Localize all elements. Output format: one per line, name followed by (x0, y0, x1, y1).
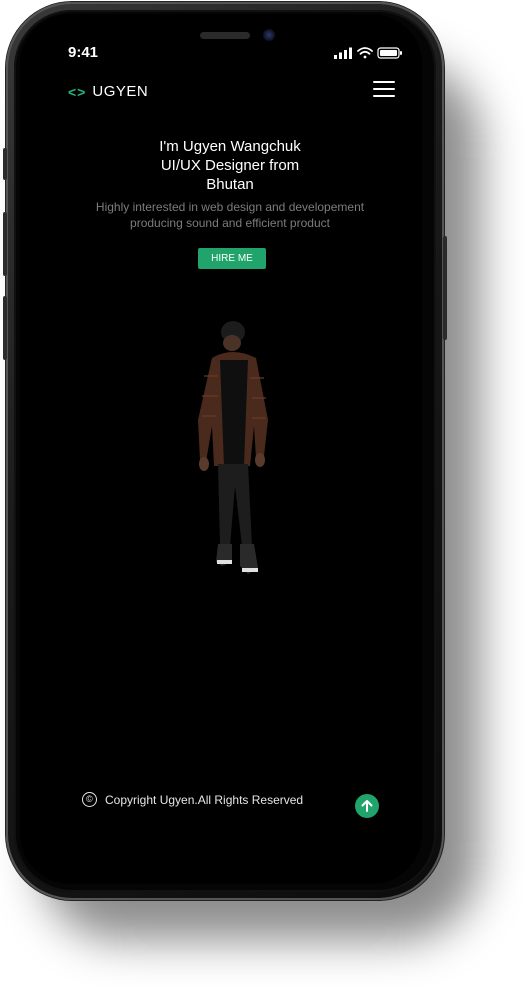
status-icons (334, 47, 402, 59)
site-logo[interactable]: <> UGYEN (68, 83, 148, 100)
battery-icon (377, 47, 402, 59)
hero-subtitle-line: Highly interested in web design and deve… (95, 200, 365, 214)
wifi-icon (357, 47, 373, 59)
arrow-up-icon (361, 800, 373, 812)
signal-icon (334, 47, 352, 59)
portrait-image (198, 321, 268, 574)
menu-icon[interactable] (373, 81, 395, 99)
code-icon: <> (68, 83, 87, 100)
speaker-grille (200, 32, 250, 39)
volume-up-button (3, 212, 7, 276)
hero-title-line: I'm Ugyen Wangchuk (159, 138, 301, 155)
status-time: 9:41 (68, 44, 99, 61)
copyright-icon: © (82, 792, 97, 807)
mute-switch (3, 148, 7, 180)
hero-title-line: Bhutan (206, 176, 254, 193)
hire-me-button[interactable]: HIRE ME (198, 248, 266, 269)
hero-title: I'm Ugyen Wangchuk UI/UX Designer from B… (100, 137, 360, 194)
hero-title-line: UI/UX Designer from (160, 157, 300, 174)
hero-subtitle-line: producing sound and efficient product (130, 216, 330, 230)
hero-subtitle: Highly interested in web design and deve… (80, 199, 380, 231)
power-button (443, 236, 447, 340)
copyright-text: Copyright Ugyen.All Rights Reserved (105, 792, 304, 807)
scroll-top-button[interactable] (355, 794, 379, 818)
front-camera (263, 29, 275, 41)
footer: © Copyright Ugyen.All Rights Reserved (82, 792, 303, 807)
logo-text: UGYEN (92, 83, 149, 100)
volume-down-button (3, 296, 7, 360)
